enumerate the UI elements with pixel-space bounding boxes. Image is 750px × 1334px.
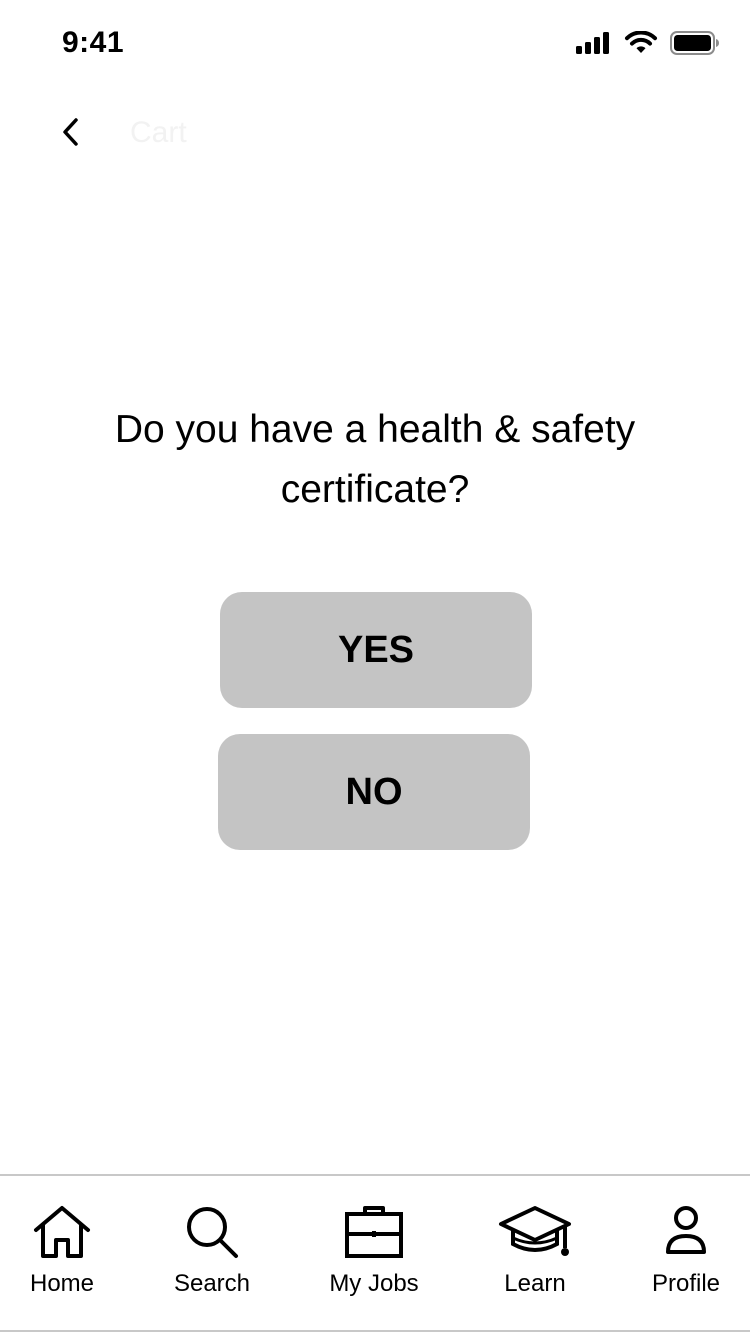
question-text: Do you have a health & safety certificat… [114,408,636,511]
battery-icon [670,31,719,55]
tab-label: Learn [504,1270,566,1297]
yes-button[interactable]: YES [220,592,532,708]
tab-home[interactable]: Home [0,1176,132,1332]
graduation-cap-icon [499,1206,571,1256]
no-button[interactable]: NO [218,734,530,850]
person-icon [666,1206,706,1254]
home-icon [34,1206,90,1258]
status-time: 9:41 [62,26,125,59]
tab-label: My Jobs [329,1270,419,1297]
tab-search[interactable]: Search [142,1176,282,1332]
back-button[interactable] [52,108,92,156]
chevron-left-icon [63,118,78,146]
cellular-signal-icon [576,32,609,54]
nav-bar: Cart [0,96,750,168]
wifi-icon [625,31,657,53]
tab-profile[interactable]: Profile [616,1176,750,1332]
tab-bar: Home Search My Jobs Learn Profile [0,1174,750,1332]
status-icons [576,31,720,55]
tab-my-jobs[interactable]: My Jobs [304,1176,444,1332]
status-bar: 9:41 [0,0,750,88]
tab-label: Profile [651,1270,721,1297]
search-icon [187,1207,238,1258]
briefcase-icon [345,1206,403,1258]
tab-learn[interactable]: Learn [465,1176,605,1332]
tab-label: Home [29,1270,95,1297]
tab-label: Search [173,1270,251,1297]
nav-title: Cart [130,116,187,149]
